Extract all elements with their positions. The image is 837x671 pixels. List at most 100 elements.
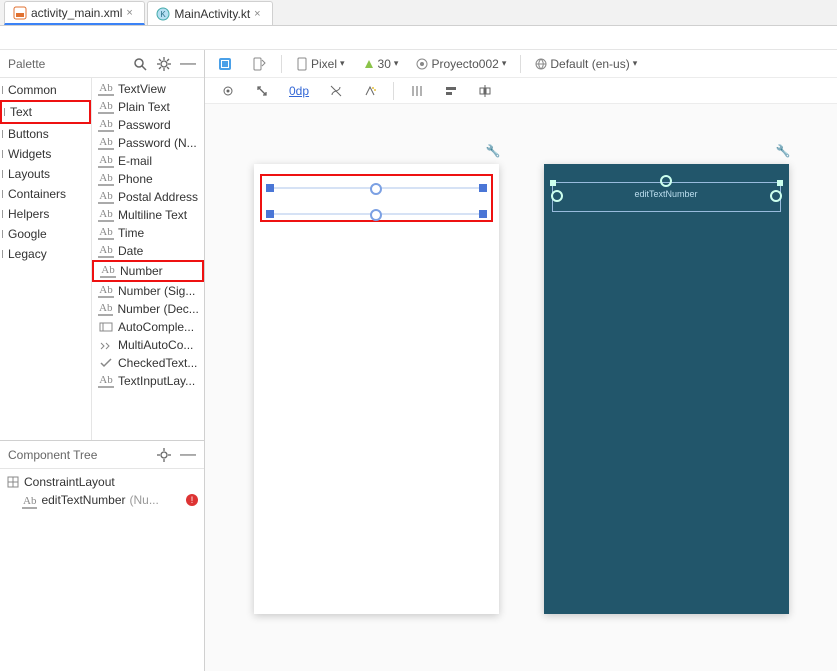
palette-category-helpers[interactable]: Helpers bbox=[0, 204, 91, 224]
palette-category-containers[interactable]: Containers bbox=[0, 184, 91, 204]
selected-edittext-design[interactable] bbox=[260, 174, 493, 222]
palette-item-label: Postal Address bbox=[118, 190, 198, 204]
constraint-layout-icon bbox=[6, 475, 20, 489]
view-options-icon[interactable] bbox=[217, 82, 239, 100]
selected-edittext-blueprint[interactable]: editTextNumber bbox=[552, 182, 781, 212]
palette-item-label: TextInputLay... bbox=[118, 374, 195, 388]
tab-label: activity_main.xml bbox=[31, 6, 122, 20]
design-area: Pixel▾ 30▾ Proyecto002▾ Default (en-us)▾… bbox=[205, 50, 837, 671]
file-tab-bar: activity_main.xml × K MainActivity.kt × bbox=[0, 0, 837, 26]
palette-item-label: Plain Text bbox=[118, 100, 170, 114]
theme-selector[interactable]: Proyecto002▾ bbox=[412, 55, 510, 73]
palette-item[interactable]: AbNumber (Dec... bbox=[92, 300, 204, 318]
palette-item[interactable]: Ab Multiline Text bbox=[92, 206, 204, 224]
design-surface-button[interactable] bbox=[213, 54, 237, 74]
component-tree-header: Component Tree — bbox=[0, 441, 204, 469]
component-tree-title: Component Tree bbox=[8, 448, 97, 462]
close-icon[interactable]: × bbox=[126, 8, 136, 18]
palette-item-label: Date bbox=[118, 244, 143, 258]
blueprint-preview-device[interactable]: 🔧 editTextNumber bbox=[544, 164, 789, 614]
design-preview-device[interactable]: 🔧 bbox=[254, 164, 499, 614]
palette-item[interactable]: AbNumber (Sig... bbox=[92, 282, 204, 300]
tab-label: MainActivity.kt bbox=[174, 7, 250, 21]
tree-row-child[interactable]: Ab editTextNumber (Nu... ! bbox=[22, 491, 198, 509]
tab-activity-main[interactable]: activity_main.xml × bbox=[4, 1, 145, 25]
widget-type-icon: Ab bbox=[98, 208, 114, 222]
palette-category-common[interactable]: Common bbox=[0, 80, 91, 100]
palette-widget-list: AbTextViewAbPlain TextAbPasswordAbPasswo… bbox=[92, 78, 204, 440]
component-tree-panel: Component Tree — ConstraintLayout Ab edi… bbox=[0, 441, 204, 671]
widget-type-icon bbox=[98, 338, 114, 352]
device-selector[interactable]: Pixel▾ bbox=[292, 55, 349, 73]
widget-type-icon: Ab bbox=[98, 136, 114, 150]
widget-type-icon: Ab bbox=[98, 154, 114, 168]
palette-category-buttons[interactable]: Buttons bbox=[0, 124, 91, 144]
close-icon[interactable]: × bbox=[254, 9, 264, 19]
palette-item[interactable]: Ab Time bbox=[92, 224, 204, 242]
palette-item[interactable]: AbPostal Address bbox=[92, 188, 204, 206]
infer-constraints-icon[interactable] bbox=[359, 82, 381, 100]
orientation-button[interactable] bbox=[247, 54, 271, 74]
gear-icon[interactable] bbox=[156, 447, 172, 463]
align-icon[interactable] bbox=[440, 82, 462, 100]
palette-item[interactable]: AbPassword bbox=[92, 116, 204, 134]
tree-root-label: ConstraintLayout bbox=[24, 475, 115, 489]
collapse-icon[interactable]: — bbox=[180, 447, 196, 463]
search-icon[interactable] bbox=[132, 56, 148, 72]
svg-text:K: K bbox=[161, 10, 167, 19]
palette-item-label: Password (N... bbox=[118, 136, 197, 150]
palette-category-widgets[interactable]: Widgets bbox=[0, 144, 91, 164]
palette-item[interactable]: Ab Password (N... bbox=[92, 134, 204, 152]
widget-type-icon: Ab bbox=[98, 244, 114, 258]
api-selector[interactable]: 30▾ bbox=[359, 55, 403, 73]
widget-type-icon: Ab bbox=[98, 82, 114, 96]
clear-constraints-icon[interactable] bbox=[325, 82, 347, 100]
widget-type-icon bbox=[98, 320, 114, 334]
palette-item[interactable]: AbNumber bbox=[92, 260, 204, 282]
palette-item[interactable]: AutoComple... bbox=[92, 318, 204, 336]
design-toolbar-main: Pixel▾ 30▾ Proyecto002▾ Default (en-us)▾ bbox=[205, 50, 837, 78]
wrench-icon[interactable]: 🔧 bbox=[776, 144, 791, 158]
widget-type-icon: Ab bbox=[98, 284, 114, 298]
palette-category-layouts[interactable]: Layouts bbox=[0, 164, 91, 184]
palette-item[interactable]: Ab Date bbox=[92, 242, 204, 260]
palette-item[interactable]: AbPhone bbox=[92, 170, 204, 188]
palette-item-label: AutoComple... bbox=[118, 320, 194, 334]
palette-panel: Palette — CommonTextButtonsWidgetsLayout… bbox=[0, 50, 204, 441]
palette-item[interactable]: Ab Plain Text bbox=[92, 98, 204, 116]
palette-item-label: E-mail bbox=[118, 154, 152, 168]
error-badge-icon[interactable]: ! bbox=[186, 494, 198, 506]
widget-type-icon: Ab bbox=[98, 302, 113, 316]
tree-child-hint: (Nu... bbox=[130, 493, 159, 507]
palette-item-label: Multiline Text bbox=[118, 208, 187, 222]
palette-tools: — bbox=[132, 56, 196, 72]
palette-header: Palette — bbox=[0, 50, 204, 78]
palette-item[interactable]: CheckedText... bbox=[92, 354, 204, 372]
palette-category-legacy[interactable]: Legacy bbox=[0, 244, 91, 264]
palette-item-label: Time bbox=[118, 226, 144, 240]
default-margins-button[interactable]: 0dp bbox=[285, 82, 313, 100]
widget-type-icon: Ab bbox=[98, 100, 114, 114]
palette-item[interactable]: AbTextInputLay... bbox=[92, 372, 204, 390]
palette-item[interactable]: Ab TextView bbox=[92, 80, 204, 98]
kotlin-file-icon: K bbox=[156, 7, 170, 21]
palette-categories: CommonTextButtonsWidgetsLayoutsContainer… bbox=[0, 78, 92, 440]
palette-item-label: Password bbox=[118, 118, 171, 132]
tab-main-activity[interactable]: K MainActivity.kt × bbox=[147, 1, 273, 25]
palette-item[interactable]: MultiAutoCo... bbox=[92, 336, 204, 354]
gear-icon[interactable] bbox=[156, 56, 172, 72]
pack-icon[interactable] bbox=[474, 82, 496, 100]
collapse-icon[interactable]: — bbox=[180, 56, 196, 72]
tree-row-root[interactable]: ConstraintLayout bbox=[6, 473, 198, 491]
wrench-icon[interactable]: 🔧 bbox=[486, 144, 501, 158]
locale-selector[interactable]: Default (en-us)▾ bbox=[531, 55, 641, 73]
widget-type-icon: Ab bbox=[98, 226, 114, 240]
palette-item-label: TextView bbox=[118, 82, 166, 96]
autoconnect-icon[interactable] bbox=[251, 82, 273, 100]
guidelines-icon[interactable] bbox=[406, 82, 428, 100]
palette-item-label: Number bbox=[120, 264, 163, 278]
design-canvas[interactable]: 🔧 🔧 editTextNumber bbox=[205, 104, 837, 671]
palette-category-google[interactable]: Google bbox=[0, 224, 91, 244]
palette-item[interactable]: Ab E-mail bbox=[92, 152, 204, 170]
palette-category-text[interactable]: Text bbox=[0, 100, 91, 124]
